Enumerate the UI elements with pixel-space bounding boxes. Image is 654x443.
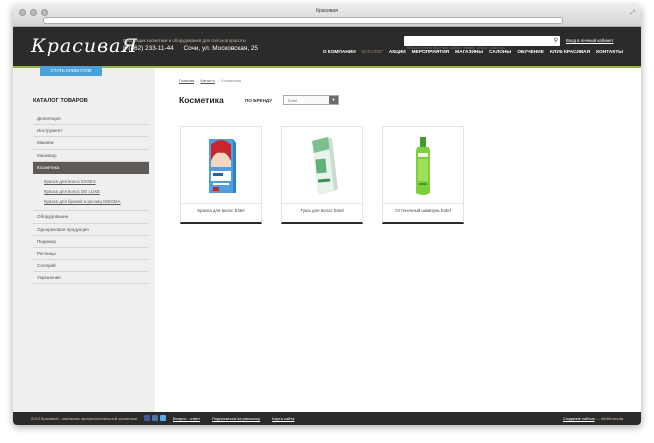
menu-item-cosmetics[interactable]: Косметика	[33, 161, 149, 174]
main-nav: О КОМПАНИИ КАТАЛОГ АКЦИИ МЕРОПРИЯТИЯ МАГ…	[323, 50, 623, 55]
nav-promotions[interactable]: АКЦИИ	[389, 50, 406, 55]
product-name[interactable]: Тушь для волос Estel	[282, 208, 362, 213]
footer-credit: Создание сайтов — WebKornuta	[563, 416, 623, 421]
credit-prefix-link[interactable]: Создание сайтов	[563, 416, 595, 421]
submenu-item-enigma[interactable]: Краска для бровей и ресниц ENIGMA	[44, 197, 149, 207]
facebook-icon[interactable]	[144, 415, 150, 421]
nav-contacts[interactable]: КОНТАКТЫ	[596, 50, 623, 55]
nav-training[interactable]: ОБУЧЕНИЕ	[517, 50, 544, 55]
menu-item-solarium[interactable]: Солярий	[33, 260, 149, 273]
hair-dye-box-image[interactable]	[181, 131, 261, 201]
menu-item-equipment[interactable]: Оборудование	[33, 211, 149, 224]
page-title: Косметика	[179, 95, 224, 105]
menu-item-manicure[interactable]: Маникюр	[33, 150, 149, 162]
breadcrumb: Главная → Каталог → Косметика	[179, 78, 241, 83]
menu-item-makeup[interactable]: Макияж	[33, 137, 149, 150]
product-card[interactable]: Оттеночный шампунь Estel	[382, 126, 464, 224]
card-divider	[383, 203, 463, 204]
card-divider	[282, 203, 362, 204]
submenu-item-deluxe[interactable]: Краска для волос DE LUXE	[44, 187, 149, 197]
become-client-button[interactable]: СТАТЬ КЛИЕНТОМ	[40, 66, 102, 76]
header-address: Сочи, ул. Московская, 25	[183, 45, 258, 52]
product-name[interactable]: Оттеночный шампунь Estel	[383, 208, 463, 213]
brand-select[interactable]: Estel ▼	[283, 95, 339, 105]
catalog-title: КАТАЛОГ ТОВАРОВ	[33, 98, 88, 104]
search-box: ⚲	[404, 36, 560, 53]
nav-salons[interactable]: САЛОНЫ	[489, 50, 511, 55]
breadcrumb-catalog[interactable]: Каталог	[200, 78, 215, 83]
sidebar: СТАТЬ КЛИЕНТОМ КАТАЛОГ ТОВАРОВ Депиляция…	[13, 66, 155, 412]
breadcrumb-current: Косметика	[221, 78, 241, 83]
menu-item-disposables[interactable]: Одноразовая продукция	[33, 224, 149, 236]
breadcrumb-home[interactable]: Главная	[179, 78, 194, 83]
brand-select-value: Estel	[288, 98, 297, 103]
browser-window: Красивая ⤢ КрасиваЯ Поставщик косметики …	[13, 5, 641, 425]
menu-item-depilation[interactable]: Депиляция	[33, 113, 149, 126]
footer-subscribe-link[interactable]: Подписаться на рассылку	[212, 416, 260, 421]
chevron-down-icon[interactable]: ▼	[329, 96, 338, 104]
header-contacts: 8 (862) 233-11-44 Сочи, ул. Московская, …	[123, 45, 258, 52]
credit-separator: —	[595, 416, 600, 421]
product-card[interactable]: Тушь для волос Estel	[281, 126, 363, 224]
social-links	[144, 415, 166, 421]
nav-about[interactable]: О КОМПАНИИ	[323, 50, 356, 55]
catalog-menu: Депиляция Инструмент Макияж Маникюр Косм…	[33, 113, 149, 285]
product-name[interactable]: Краска для волос Estel	[181, 208, 261, 213]
hair-mascara-box-image[interactable]	[282, 131, 362, 201]
address-bar[interactable]	[43, 17, 563, 24]
browser-titlebar: Красивая ⤢	[13, 5, 641, 27]
menu-item-lashes[interactable]: Ресницы	[33, 248, 149, 261]
footer-copyright: 2013 Красивой - магазины профессионально…	[31, 416, 138, 421]
footer-sitemap-link[interactable]: Карта сайта	[272, 416, 294, 421]
vk-icon[interactable]	[152, 415, 158, 421]
twitter-icon[interactable]	[160, 415, 166, 421]
window-title: Красивая	[316, 8, 338, 14]
menu-item-pedicure[interactable]: Педикюр	[33, 236, 149, 248]
fullscreen-icon[interactable]: ⤢	[630, 10, 635, 17]
nav-club[interactable]: КЛУБ КРАСИВАЯ	[550, 50, 590, 55]
nav-events[interactable]: МЕРОПРИЯТИЯ	[412, 50, 449, 55]
menu-item-instruments[interactable]: Инструмент	[33, 125, 149, 138]
product-card[interactable]: Краска для волос Estel	[180, 126, 262, 224]
credit-company: WebKornuta	[600, 416, 623, 421]
header-phone: 8 (862) 233-11-44	[123, 45, 174, 52]
nav-catalog[interactable]: КАТАЛОГ	[362, 50, 383, 55]
footer-links: Вопрос - ответ Подписаться на рассылку К…	[173, 416, 294, 421]
footer-faq-link[interactable]: Вопрос - ответ	[173, 416, 200, 421]
site-tagline: Поставщик косметики и оборудования для с…	[123, 38, 246, 43]
nav-stores[interactable]: МАГАЗИНЫ	[455, 50, 483, 55]
card-divider	[181, 203, 261, 204]
brand-filter-label: ПО БРЕНДУ	[245, 98, 273, 103]
site-footer: 2013 Красивой - магазины профессионально…	[13, 412, 641, 425]
menu-item-jewelry[interactable]: Украшения	[33, 272, 149, 285]
site-header: КрасиваЯ Поставщик косметики и оборудова…	[13, 27, 641, 66]
submenu-item-essex[interactable]: Краска для волос ESSEX	[44, 177, 149, 187]
cosmetics-submenu: Краска для волос ESSEX Краска для волос …	[33, 174, 149, 212]
cabinet-link[interactable]: Вход в личный кабинет	[566, 38, 613, 43]
search-icon[interactable]: ⚲	[554, 37, 558, 44]
site-logo[interactable]: КрасиваЯ	[31, 35, 138, 57]
product-grid: Краска для волос Estel Тушь для волос Es…	[180, 126, 464, 224]
tint-shampoo-bottle-image[interactable]	[383, 131, 463, 201]
main-content: Главная → Каталог → Косметика Косметика …	[155, 68, 641, 412]
